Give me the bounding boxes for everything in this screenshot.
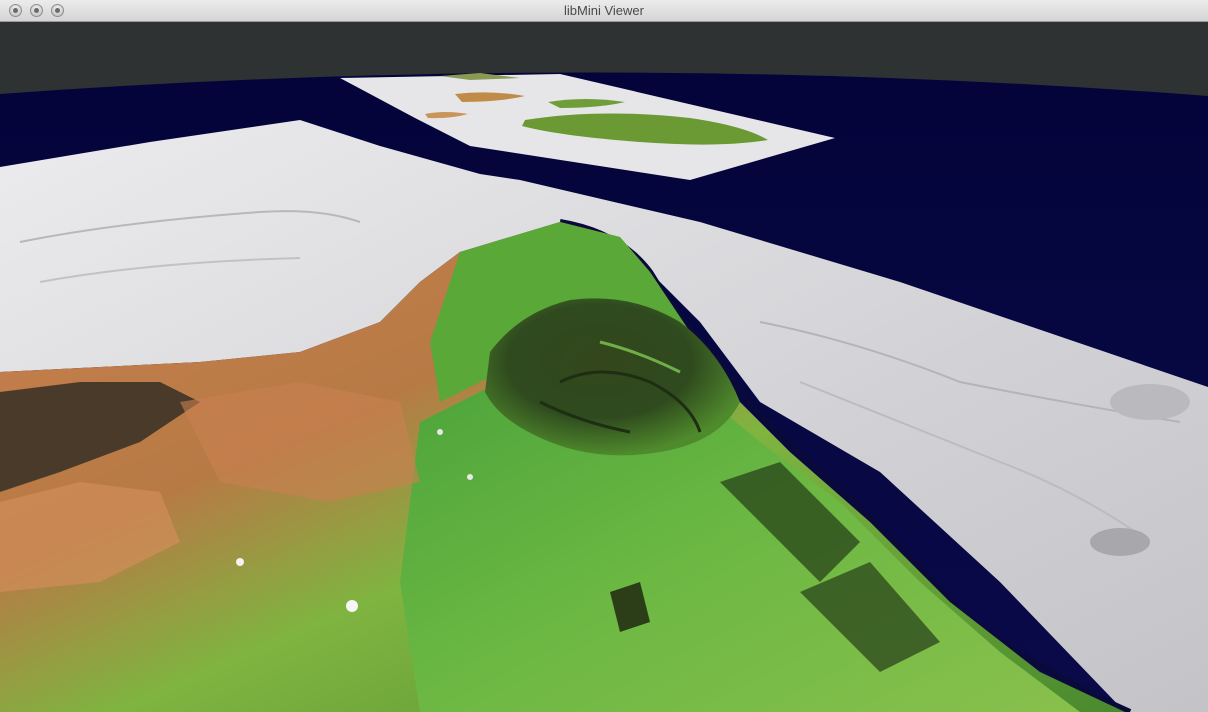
town-marker [346, 600, 358, 612]
terrain-scene[interactable] [0, 22, 1208, 712]
town-marker [437, 429, 443, 435]
app-window: libMini Viewer [0, 0, 1208, 712]
title-bar[interactable]: libMini Viewer [0, 0, 1208, 22]
seafloor-mound [1110, 384, 1190, 420]
town-marker [467, 474, 473, 480]
town-marker [236, 558, 244, 566]
window-title: libMini Viewer [564, 3, 644, 18]
terrain-viewport[interactable] [0, 22, 1208, 712]
seafloor-mound [1090, 528, 1150, 556]
